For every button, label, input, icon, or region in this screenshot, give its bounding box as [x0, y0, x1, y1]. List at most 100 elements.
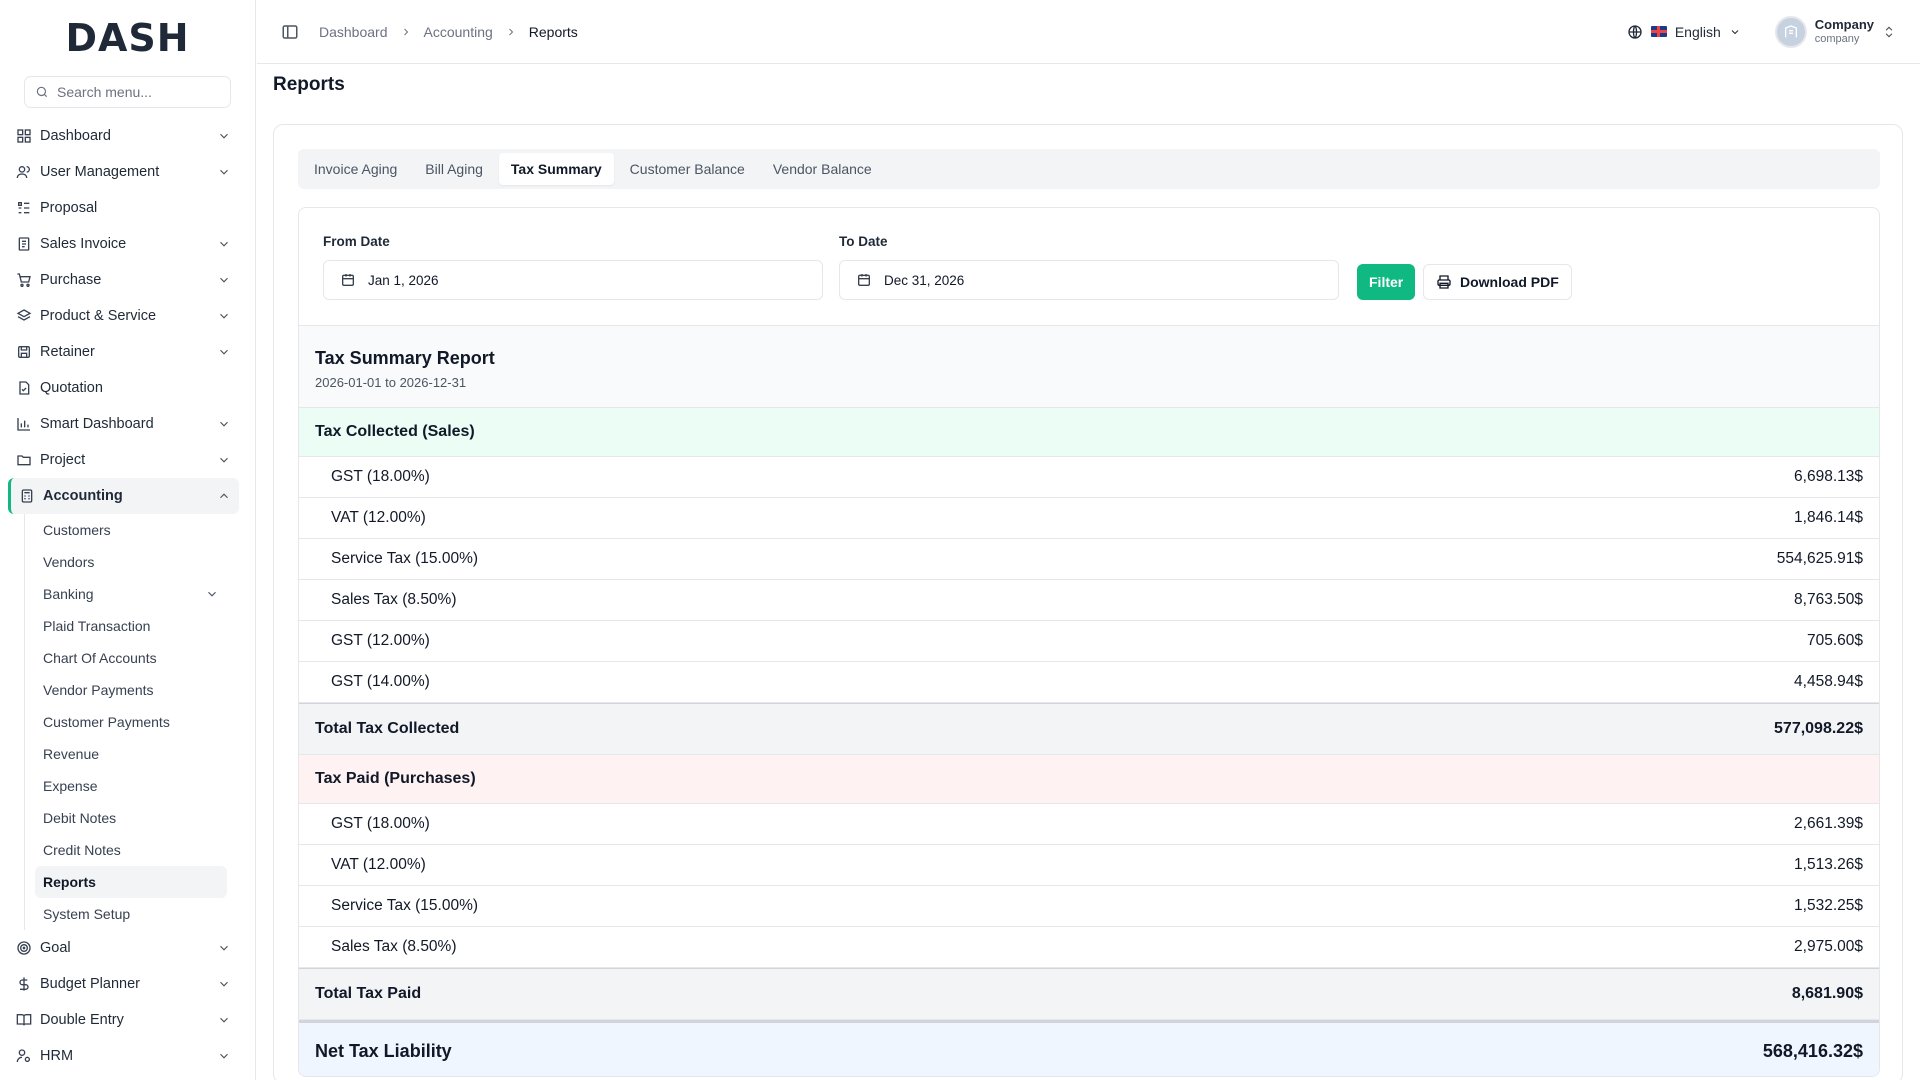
- submenu-item-label: Customer Payments: [43, 714, 170, 730]
- submenu-item-label: Plaid Transaction: [43, 618, 151, 634]
- sidebar-item-double-entry[interactable]: Double Entry: [0, 1002, 255, 1038]
- globe-icon: [1628, 24, 1642, 39]
- tax-amount: 1,846.14$: [1794, 509, 1863, 526]
- table-row: Service Tax (15.00%) 554,625.91$: [299, 539, 1879, 580]
- chevron-down-icon: [1731, 29, 1739, 34]
- submenu-item-label: Expense: [43, 778, 98, 794]
- invoice-icon: [18, 237, 30, 251]
- printer-icon: [1437, 275, 1451, 289]
- date-filters: From Date Jan 1, 2026 To Date Dec 31, 20…: [299, 208, 1879, 326]
- submenu-item-vendor-payments[interactable]: Vendor Payments: [35, 674, 227, 706]
- page-title: Reports: [273, 74, 345, 95]
- sidebar-item-accounting[interactable]: Accounting: [8, 478, 239, 514]
- table-row: GST (14.00%) 4,458.94$: [299, 662, 1879, 703]
- submenu-item-expense[interactable]: Expense: [35, 770, 227, 802]
- tax-name: Service Tax (15.00%): [331, 897, 479, 914]
- tax-name: GST (14.00%): [331, 673, 430, 690]
- tax-name: VAT (12.00%): [331, 509, 426, 526]
- tax-paid-heading: Tax Paid (Purchases): [299, 755, 1879, 804]
- tax-amount: 1,532.25$: [1794, 897, 1863, 914]
- submenu-item-debit-notes[interactable]: Debit Notes: [35, 802, 227, 834]
- book-icon: [16, 1014, 32, 1026]
- total-amount: 577,098.22$: [1774, 720, 1863, 737]
- sidebar-item-proposal[interactable]: Proposal: [0, 190, 255, 226]
- submenu-item-credit-notes[interactable]: Credit Notes: [35, 834, 227, 866]
- tax-name: Sales Tax (8.50%): [331, 938, 457, 955]
- breadcrumb-accounting[interactable]: Accounting: [424, 24, 493, 40]
- submenu-item-system-setup[interactable]: System Setup: [35, 898, 227, 930]
- language-switcher[interactable]: English: [1627, 24, 1741, 40]
- calendar-icon: [342, 274, 354, 286]
- chevron-down-icon: [220, 1017, 228, 1023]
- sidebar-item-label: Purchase: [40, 272, 102, 288]
- breadcrumb-reports: Reports: [528, 23, 578, 40]
- submenu-item-label: Debit Notes: [43, 810, 117, 826]
- sidebar-item-sales-invoice[interactable]: Sales Invoice: [0, 226, 255, 262]
- tab-customer-balance[interactable]: Customer Balance: [618, 153, 757, 185]
- submenu-item-customer-payments[interactable]: Customer Payments: [35, 706, 227, 738]
- submenu-item-customers[interactable]: Customers: [35, 514, 227, 546]
- to-date-input[interactable]: Dec 31, 2026: [839, 260, 1339, 300]
- sidebar-item-label: Product & Service: [40, 308, 157, 324]
- sidebar-item-retainer[interactable]: Retainer: [0, 334, 255, 370]
- sidebar: DASH Search menu... Dashboard User Manag…: [0, 0, 256, 1080]
- target-icon: [17, 941, 31, 955]
- tax-name: GST (18.00%): [331, 468, 430, 485]
- from-date-input[interactable]: Jan 1, 2026: [323, 260, 823, 300]
- sidebar-toggle-icon[interactable]: [281, 23, 299, 41]
- table-row: Sales Tax (8.50%) 8,763.50$: [299, 580, 1879, 621]
- chevron-down-icon: [220, 421, 228, 427]
- chevron-down-icon: [220, 277, 228, 283]
- sidebar-item-user-management[interactable]: User Management: [0, 154, 255, 190]
- reports-card: Invoice Aging Bill Aging Tax Summary Cus…: [273, 124, 1903, 1080]
- tax-name: GST (12.00%): [331, 632, 430, 649]
- to-date-value: Dec 31, 2026: [884, 272, 965, 288]
- download-pdf-button[interactable]: Download PDF: [1423, 264, 1572, 300]
- submenu-item-chart-of-accounts[interactable]: Chart Of Accounts: [35, 642, 227, 674]
- report-header: Tax Summary Report 2026-01-01 to 2026-12…: [299, 326, 1879, 408]
- sidebar-item-label: Retainer: [40, 344, 95, 360]
- sidebar-item-project[interactable]: Project: [0, 442, 255, 478]
- table-row: Sales Tax (8.50%) 2,975.00$: [299, 927, 1879, 968]
- chevron-down-icon: [220, 945, 228, 951]
- search-icon: [36, 86, 48, 98]
- chevron-right-icon: [403, 28, 408, 35]
- sidebar-item-label: Goal: [40, 940, 71, 956]
- submenu-item-plaid-transaction[interactable]: Plaid Transaction: [35, 610, 227, 642]
- table-row: GST (12.00%) 705.60$: [299, 621, 1879, 662]
- breadcrumb-dashboard[interactable]: Dashboard: [319, 24, 388, 40]
- submenu-item-vendors[interactable]: Vendors: [35, 546, 227, 578]
- sidebar-item-goal[interactable]: Goal: [0, 930, 255, 966]
- search-menu-input[interactable]: Search menu...: [24, 76, 231, 108]
- sidebar-item-quotation[interactable]: Quotation: [0, 370, 255, 406]
- report-title: Tax Summary Report: [315, 348, 495, 368]
- sidebar-nav: Dashboard User Management Proposal Sales…: [0, 118, 255, 1074]
- submenu-item-label: Revenue: [43, 746, 100, 762]
- table-row: VAT (12.00%) 1,846.14$: [299, 498, 1879, 539]
- tax-amount: 1,513.26$: [1794, 856, 1863, 873]
- tab-tax-summary[interactable]: Tax Summary: [498, 153, 614, 185]
- sidebar-item-label: Budget Planner: [40, 976, 140, 992]
- chevron-down-icon: [208, 591, 216, 597]
- sidebar-item-hrm[interactable]: HRM: [0, 1038, 255, 1074]
- filter-button[interactable]: Filter: [1357, 264, 1416, 300]
- tab-vendor-balance[interactable]: Vendor Balance: [761, 153, 884, 185]
- sidebar-item-product-service[interactable]: Product & Service: [0, 298, 255, 334]
- sidebar-item-smart-dashboard[interactable]: Smart Dashboard: [0, 406, 255, 442]
- sidebar-item-budget-planner[interactable]: Budget Planner: [0, 966, 255, 1002]
- header-actions: English Company company: [1627, 15, 1896, 48]
- breadcrumb: Dashboard Accounting Reports: [319, 24, 578, 40]
- net-amount: 568,416.32$: [1762, 1041, 1863, 1061]
- submenu-item-reports[interactable]: Reports: [35, 866, 227, 898]
- submenu-item-revenue[interactable]: Revenue: [35, 738, 227, 770]
- company-switcher[interactable]: Company company: [1774, 15, 1896, 48]
- sidebar-item-purchase[interactable]: Purchase: [0, 262, 255, 298]
- submenu-item-label: Credit Notes: [43, 842, 121, 858]
- tab-invoice-aging[interactable]: Invoice Aging: [302, 153, 409, 185]
- submenu-item-banking[interactable]: Banking: [35, 578, 227, 610]
- logo[interactable]: DASH: [0, 0, 255, 76]
- chevron-down-icon: [220, 133, 228, 139]
- tab-bill-aging[interactable]: Bill Aging: [413, 153, 495, 185]
- sidebar-item-dashboard[interactable]: Dashboard: [0, 118, 255, 154]
- chevron-down-icon: [220, 981, 228, 987]
